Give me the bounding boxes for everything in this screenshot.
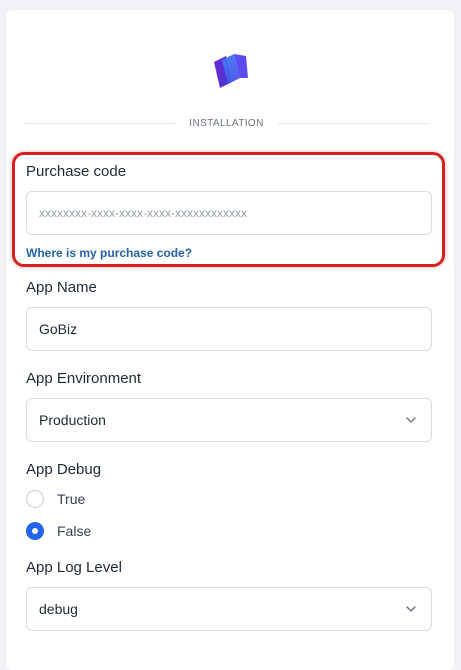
app-debug-option-false-label: False [57, 523, 92, 539]
section-divider: INSTALLATION [25, 112, 429, 134]
purchase-code-help-link[interactable]: Where is my purchase code? [26, 246, 192, 260]
divider-line-left [25, 122, 176, 124]
app-logo-icon [214, 54, 248, 88]
radio-unchecked-icon[interactable] [26, 490, 44, 508]
app-environment-label: App Environment [26, 370, 142, 387]
app-name-input[interactable]: GoBiz [26, 307, 432, 351]
divider-line-right [277, 122, 429, 124]
app-log-level-label: App Log Level [26, 559, 122, 576]
app-debug-option-true[interactable]: True [26, 490, 85, 508]
chevron-down-icon [406, 417, 416, 423]
app-log-level-select[interactable]: debug [26, 587, 432, 631]
app-debug-option-false[interactable]: False [26, 522, 91, 540]
section-title: INSTALLATION [189, 117, 264, 129]
app-debug-option-true-label: True [57, 491, 86, 507]
app-debug-label: App Debug [26, 461, 102, 478]
purchase-code-input[interactable]: xxxxxxxx-xxxx-xxxx-xxxx-xxxxxxxxxxxx [26, 191, 432, 235]
radio-checked-icon[interactable] [26, 522, 44, 540]
app-log-level-value: debug [39, 601, 78, 617]
app-environment-value: Production [39, 412, 106, 428]
app-environment-select[interactable]: Production [26, 398, 432, 442]
app-name-label: App Name [26, 279, 97, 296]
purchase-code-label: Purchase code [26, 163, 127, 180]
chevron-down-icon [406, 606, 416, 612]
